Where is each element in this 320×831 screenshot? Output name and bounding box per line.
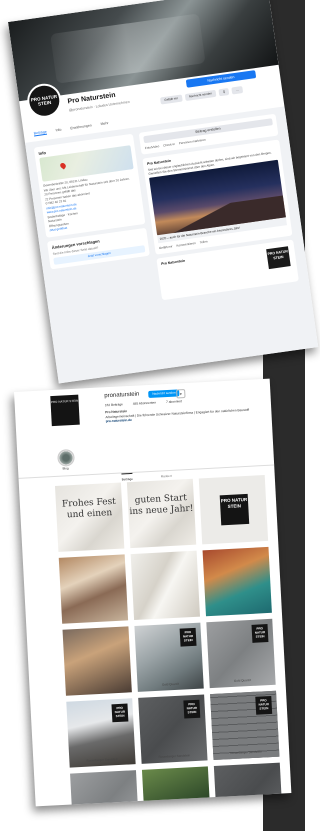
highlight-label: Blog <box>62 466 69 471</box>
posts-count: 162 Beiträge <box>104 402 123 408</box>
tab-posts[interactable]: Beiträge <box>33 129 48 137</box>
post-caption: Rosenberger Sandstein <box>86 757 119 763</box>
grid-post[interactable] <box>202 546 272 617</box>
tab-posts[interactable]: Beiträge <box>121 472 133 481</box>
right-column: Beitrag erstellen Foto/Video Check-in Pe… <box>138 113 300 305</box>
facebook-page-card: PRO NATUR STEIN Pro Naturstein @pronatur… <box>8 0 319 384</box>
profile-username: pronaturstein <box>104 391 140 400</box>
check-in-button[interactable]: Check-in <box>163 142 175 148</box>
brand-badge: PRO NATUR STEIN <box>251 624 269 643</box>
brand-badge: PRO NATUR STEIN <box>111 703 129 723</box>
grid-post[interactable]: Frohes Fest und einen <box>54 482 125 552</box>
post-script-text: Frohes Fest und einen <box>61 496 117 521</box>
profile-logo[interactable]: PRO NATUR STEIN <box>50 394 80 427</box>
tab-more[interactable]: Mehr <box>100 121 109 127</box>
grid-post[interactable]: PRO NATUR STEIN Gold Quarzit <box>134 622 204 692</box>
photo-video-button[interactable]: Foto/Video <box>145 144 160 150</box>
share-button[interactable]: Teilen <box>199 239 207 244</box>
post-caption: Rosenberger Sandstein <box>230 749 263 756</box>
tab-tagged[interactable]: Markiert <box>161 474 172 479</box>
page-action-buttons: Gefällt mir Nachricht senden Q ... <box>159 86 244 105</box>
tab-mentions[interactable]: Erwähnungen <box>70 123 92 131</box>
tab-info[interactable]: Info <box>55 128 61 134</box>
following-count[interactable]: 7 abonniert <box>166 399 182 404</box>
grid-post[interactable] <box>70 770 140 807</box>
post-script-text: guten Start ins neue Jahr! <box>129 493 194 518</box>
pro-naturstein-sign: PRO NATUR STEIN <box>266 246 291 270</box>
message-button[interactable]: Nachricht senden <box>148 389 180 398</box>
brand-badge: PRO NATUR STEIN <box>179 627 197 647</box>
like-post-button[interactable]: Gefällt mir <box>159 244 173 250</box>
post-card: Pro Naturstein Seit wir bei dieser ungla… <box>142 139 293 255</box>
followers-count[interactable]: 485 Abonnenten <box>133 401 156 406</box>
grid-post[interactable]: PRO NATUR STEIN Rosenberger Sandstein <box>210 690 280 761</box>
brand-badge: PRO NATUR STEIN <box>183 699 201 719</box>
instagram-profile-card: PRO NATUR STEIN pronaturstein Nachricht … <box>14 378 292 807</box>
grid-post[interactable] <box>58 554 129 624</box>
like-button[interactable]: Gefällt mir <box>159 94 183 105</box>
left-column: Info Gewerbestraße 20, 88131 Lindau Wir … <box>33 133 151 273</box>
chevron-down-icon[interactable]: ▾ <box>176 389 186 399</box>
post-grid: Frohes Fest und einen guten Start ins neu… <box>54 474 284 807</box>
info-box: Info Gewerbestraße 20, 88131 Lindau Wir … <box>33 133 146 238</box>
map-pin-icon <box>59 161 67 170</box>
grid-post[interactable] <box>141 766 212 807</box>
grid-post[interactable]: PRO NATUR STEIN <box>198 474 269 545</box>
post-caption: Rosenberger Sandstein <box>158 753 191 759</box>
tag-people-button[interactable]: Personen markieren <box>179 138 206 146</box>
more-icon[interactable]: ... <box>231 86 244 95</box>
grid-post[interactable]: PRO NATUR STEIN Rosenberger Sandstein <box>138 694 208 764</box>
post-caption: Gold Quarzit <box>161 681 180 687</box>
grid-post[interactable] <box>130 550 201 621</box>
page-body: Info Gewerbestraße 20, 88131 Lindau Wir … <box>24 106 319 384</box>
search-icon[interactable]: Q <box>218 87 230 97</box>
logo-tile-mark: PRO NATUR STEIN <box>219 493 250 526</box>
post-caption: Gold Quarzit <box>233 678 251 683</box>
grid-post[interactable]: PRO NATUR STEIN Rosenberger Sandstein <box>66 698 136 768</box>
brand-badge: PRO NATUR STEIN <box>255 695 273 715</box>
grid-post[interactable]: PRO NATUR STEIN Gold Quarzit <box>206 618 276 689</box>
story-highlight[interactable] <box>57 448 75 467</box>
logo-text: PRO NATUR STEIN <box>50 398 79 405</box>
comment-button[interactable]: Kommentieren <box>176 241 196 248</box>
grid-post[interactable] <box>62 626 132 696</box>
message-button[interactable]: Nachricht senden <box>184 89 217 102</box>
grid-post[interactable]: guten Start ins neue Jahr! <box>126 478 197 549</box>
cover-image-detail <box>50 13 206 84</box>
